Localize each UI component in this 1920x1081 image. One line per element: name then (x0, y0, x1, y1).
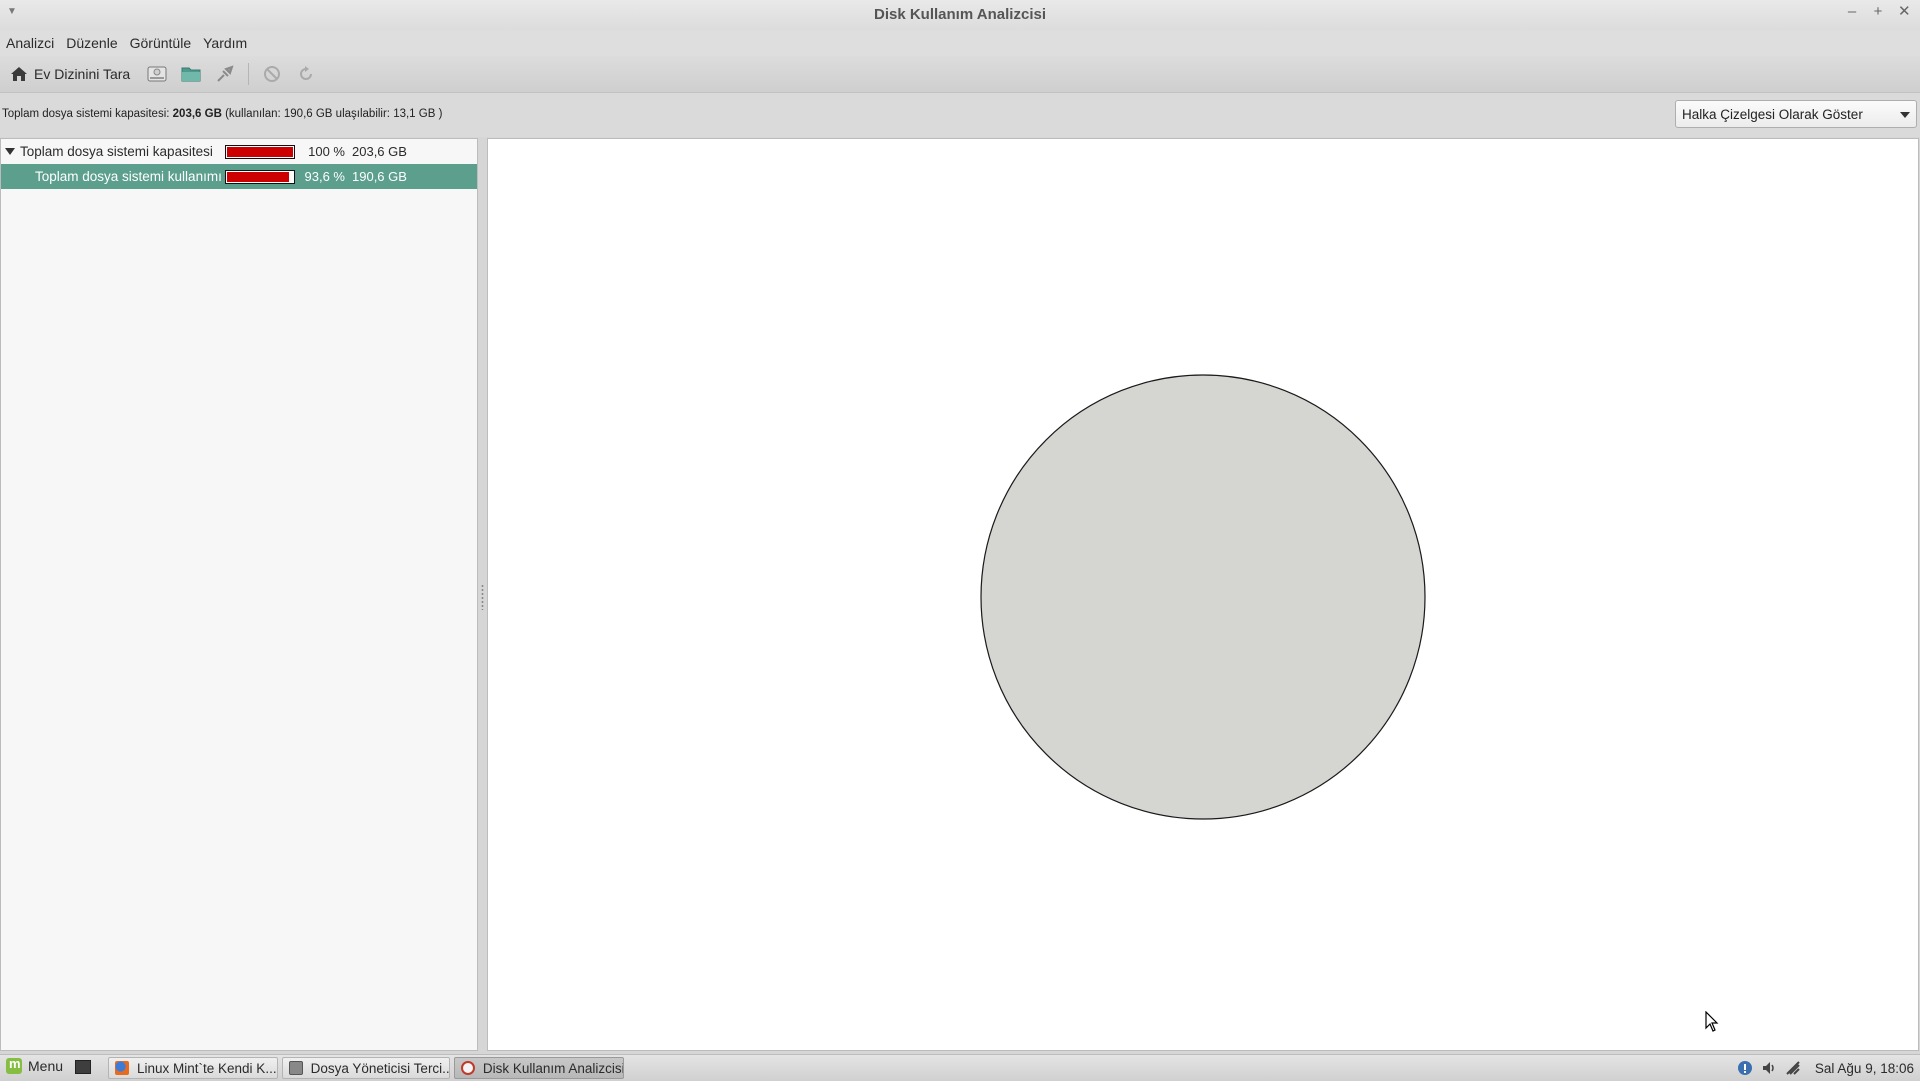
harddisk-icon (146, 63, 168, 85)
folder-tree: Toplam dosya sistemi kapasitesi 100 % 20… (0, 138, 478, 1051)
usage-size: 190,6 GB (352, 169, 407, 184)
menu-duzenle[interactable]: Düzenle (60, 35, 123, 51)
volume-icon[interactable] (1761, 1060, 1777, 1076)
scan-remote-button[interactable] (212, 61, 238, 87)
folder-icon (180, 63, 202, 85)
usage-bar (225, 145, 295, 159)
network-icon[interactable] (1785, 1060, 1801, 1076)
capacity-summary: Toplam dosya sistemi kapasitesi: 203,6 G… (2, 108, 442, 120)
usage-bar-fill (227, 147, 293, 157)
usage-bar-fill (227, 172, 289, 182)
update-shield-icon[interactable] (1737, 1060, 1753, 1076)
chart-type-selected: Halka Çizelgesi Olarak Göster (1682, 107, 1863, 122)
refresh-button[interactable] (293, 61, 319, 87)
system-tray: Sal Ağu 9, 18:06 (1729, 1055, 1920, 1081)
menu-analizci[interactable]: Analizci (0, 35, 60, 51)
task-disk-analyzer[interactable]: Disk Kullanım Analizcisi (454, 1057, 624, 1079)
task-label: Dosya Yöneticisi Terci... (310, 1060, 449, 1076)
home-icon (10, 66, 28, 82)
preferences-window-icon (289, 1061, 303, 1075)
stop-icon (263, 65, 281, 83)
start-menu-button[interactable]: Menu (6, 1056, 64, 1074)
toolbar: Ev Dizinini Tara (0, 56, 1920, 93)
scan-folder-button[interactable] (178, 61, 204, 87)
capacity-details: (kullanılan: 190,6 GB ulaşılabilir: 13,1… (221, 108, 443, 120)
usage-size: 203,6 GB (352, 144, 407, 159)
splitter-grip-icon (481, 584, 484, 610)
task-file-manager-prefs[interactable]: Dosya Yöneticisi Terci... (282, 1057, 450, 1079)
tree-row-usage[interactable]: Toplam dosya sistemi kullanımı 93,6 % 19… (1, 164, 477, 189)
task-label: Disk Kullanım Analizcisi (482, 1060, 623, 1076)
title-bar: ▼ Disk Kullanım Analizcisi – + ✕ (0, 0, 1920, 31)
start-menu-label: Menu (28, 1058, 64, 1074)
remote-folder-icon (214, 63, 236, 85)
tree-row-name: Toplam dosya sistemi kullanımı (35, 169, 222, 184)
expander-icon[interactable] (5, 148, 15, 155)
chart-type-select[interactable]: Halka Çizelgesi Olarak Göster (1675, 100, 1917, 128)
mouse-cursor-icon (1705, 1011, 1719, 1032)
scan-home-button[interactable]: Ev Dizinini Tara (4, 59, 136, 89)
chevron-down-icon (1900, 112, 1910, 118)
stop-button[interactable] (259, 61, 285, 87)
task-browser[interactable]: Linux Mint`te Kendi K... (108, 1057, 278, 1079)
show-desktop-icon[interactable] (75, 1060, 91, 1074)
clock[interactable]: Sal Ağu 9, 18:06 (1815, 1061, 1914, 1076)
window-title: Disk Kullanım Analizcisi (874, 6, 1046, 23)
ring-chart-center[interactable] (980, 374, 1426, 820)
scan-filesystem-button[interactable] (144, 61, 170, 87)
disk-analyzer-icon (461, 1061, 475, 1075)
linux-mint-icon (6, 1056, 22, 1074)
capacity-value: 203,6 GB (172, 108, 222, 120)
menu-bar: Analizci Düzenle Görüntüle Yardım (0, 30, 1920, 56)
menu-yardim[interactable]: Yardım (197, 35, 253, 51)
task-label: Linux Mint`te Kendi K... (137, 1060, 277, 1076)
menu-goruntule[interactable]: Görüntüle (124, 35, 197, 51)
info-bar: Toplam dosya sistemi kapasitesi: 203,6 G… (0, 93, 1920, 137)
capacity-prefix: Toplam dosya sistemi kapasitesi: (2, 108, 173, 120)
tree-row-capacity[interactable]: Toplam dosya sistemi kapasitesi 100 % 20… (1, 139, 477, 164)
maximize-button[interactable]: + (1872, 4, 1884, 20)
refresh-icon (297, 65, 315, 83)
ring-chart-area[interactable] (487, 138, 1919, 1051)
usage-percent: 100 % (308, 144, 345, 159)
ring-chart (980, 374, 1426, 820)
close-button[interactable]: ✕ (1898, 4, 1911, 20)
pane-splitter[interactable] (478, 138, 487, 1051)
scan-home-label: Ev Dizinini Tara (34, 66, 131, 82)
tree-row-name: Toplam dosya sistemi kapasitesi (20, 144, 213, 159)
toolbar-separator (248, 63, 250, 85)
usage-percent: 93,6 % (304, 169, 345, 184)
taskbar: Menu Linux Mint`te Kendi K... Dosya Yöne… (0, 1054, 1920, 1081)
usage-bar (225, 170, 295, 184)
minimize-button[interactable]: – (1846, 4, 1858, 20)
firefox-icon (115, 1061, 129, 1075)
